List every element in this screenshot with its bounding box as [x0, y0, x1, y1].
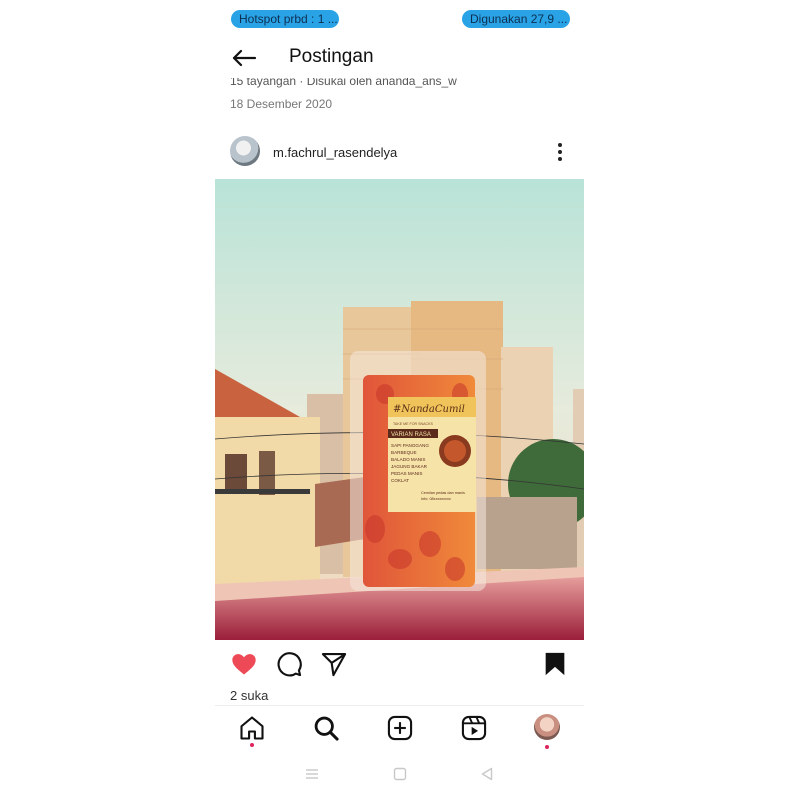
like-button[interactable]: [230, 650, 258, 678]
system-menu-button[interactable]: [304, 766, 320, 782]
nav-search[interactable]: [312, 714, 340, 744]
back-triangle-icon: [481, 767, 493, 781]
bag-flavor: SAPI PANGGANG: [391, 443, 429, 448]
more-vertical-icon: [558, 143, 562, 161]
home-square-icon: [393, 767, 407, 781]
phone-screen: Hotspot prbd : 1 ... Digunakan 27,9 ... …: [215, 0, 584, 800]
app-bar: Postingan: [215, 38, 584, 78]
nav-home[interactable]: [238, 714, 266, 747]
data-usage-pill[interactable]: Digunakan 27,9 ...: [462, 10, 570, 28]
hotspot-pill[interactable]: Hotspot prbd : 1 ...: [231, 10, 339, 28]
profile-avatar: [534, 714, 560, 740]
save-button[interactable]: [541, 650, 569, 678]
bag-footer-line: Info: 08xxxxxxxxx: [421, 497, 451, 501]
user-avatar[interactable]: [230, 136, 260, 166]
post-header: m.fachrul_rasendelya: [215, 134, 584, 170]
bag-panel-title: VARIAN RASA: [391, 432, 431, 438]
bag-flavor: COKLAT: [391, 478, 409, 483]
home-icon: [240, 716, 264, 740]
bag-brand-text: #NandaCumil: [393, 404, 465, 415]
bag-footer-line: Cemilan pedas dan manis: [421, 491, 465, 495]
post-image[interactable]: #NandaCumil TAKE ME FOR SNACKS VARIAN RA…: [215, 179, 584, 640]
comment-icon: [277, 652, 302, 677]
search-icon: [314, 716, 339, 741]
send-icon: [321, 653, 347, 677]
bottom-nav: [215, 705, 584, 752]
bag-flavor: BALADO MANIS: [391, 457, 425, 462]
profile-notification-dot: [545, 745, 549, 749]
nav-reels[interactable]: [460, 714, 488, 744]
system-back-button[interactable]: [479, 766, 495, 782]
share-button[interactable]: [320, 650, 348, 678]
nav-profile[interactable]: [533, 714, 561, 749]
page-title: Postingan: [289, 46, 374, 67]
back-button[interactable]: [229, 46, 259, 70]
post-username[interactable]: m.fachrul_rasendelya: [273, 145, 397, 160]
nav-create[interactable]: [386, 714, 414, 744]
heart-icon: [232, 654, 256, 675]
menu-icon: [306, 769, 318, 779]
like-count[interactable]: 2 suka: [230, 688, 268, 703]
more-options-button[interactable]: [553, 141, 567, 163]
comment-button[interactable]: [275, 650, 303, 678]
create-post-icon: [387, 715, 413, 741]
reels-icon: [461, 715, 487, 741]
bag-tagline-text: TAKE ME FOR SNACKS: [393, 422, 433, 426]
home-notification-dot: [250, 743, 254, 747]
bag-flavor: PEDAS MANIS: [391, 471, 422, 476]
post-actions: [215, 650, 584, 680]
bookmark-icon: [545, 652, 565, 676]
arrow-left-icon: [232, 49, 257, 67]
previous-post-date: 18 Desember 2020: [230, 97, 333, 111]
system-home-button[interactable]: [392, 766, 408, 782]
bag-flavor: BARBEQUE: [391, 450, 417, 455]
bag-flavor: JAGUNG BAKAR: [391, 464, 428, 469]
previous-post-meta: 15 tayangan · Disukai oleh ananda_ans_w: [230, 78, 457, 88]
